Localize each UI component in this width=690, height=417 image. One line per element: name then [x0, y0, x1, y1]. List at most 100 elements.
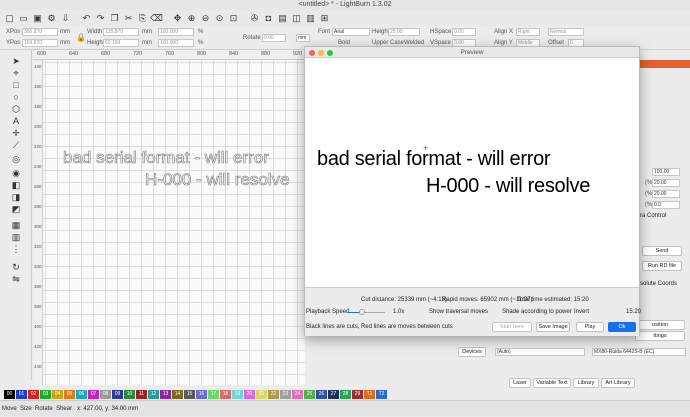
save-image-button[interactable]: Save Image [536, 322, 570, 332]
shade-power-checkbox[interactable]: Shade according to power [502, 309, 572, 315]
palette-swatch[interactable]: 03 [40, 390, 51, 399]
close-icon[interactable] [309, 50, 315, 56]
palette-swatch[interactable]: 09 [112, 390, 123, 399]
ellipse-tool-icon[interactable]: ○ [11, 92, 21, 102]
palette-swatch[interactable]: 16 [196, 390, 207, 399]
value-field-3[interactable]: 20.00 [652, 190, 680, 198]
zoom-page-icon[interactable]: ⊡ [228, 13, 239, 24]
value-field-1[interactable]: 100.00 [652, 168, 680, 176]
palette-swatch[interactable]: 23 [280, 390, 291, 399]
palette-swatch[interactable]: 10 [124, 390, 135, 399]
palette-swatch[interactable]: 14 [172, 390, 183, 399]
rotate-tool-icon[interactable]: ↻ [11, 262, 21, 272]
palette-swatch[interactable]: T2 [376, 390, 387, 399]
palette-swatch[interactable]: 05 [64, 390, 75, 399]
offset-tool-icon[interactable]: ◎ [11, 154, 21, 164]
tab-laser[interactable]: Laser [509, 378, 531, 388]
palette-swatch[interactable]: 22 [268, 390, 279, 399]
canvas-text-line2[interactable]: H-000 - will resolve [145, 170, 290, 190]
invert-checkbox[interactable]: Invert [574, 309, 589, 315]
tab-variable-text[interactable]: Variable Text [533, 378, 571, 388]
palette-swatch[interactable]: 24 [292, 390, 303, 399]
align-icon[interactable]: ▦ [11, 220, 21, 230]
device-select[interactable]: MX80-Ruida 6442S-B (EC) [592, 348, 686, 356]
palette-swatch[interactable]: 20 [244, 390, 255, 399]
text-mode-select[interactable]: Normal [548, 28, 584, 36]
boolean-intersect-icon[interactable]: ◩ [11, 204, 21, 214]
monitor-icon[interactable]: ▥ [305, 13, 316, 24]
palette-swatch[interactable]: 17 [208, 390, 219, 399]
palette-swatch[interactable]: 01 [16, 390, 27, 399]
palette-swatch[interactable]: 19 [232, 390, 243, 399]
array-icon[interactable]: ⋮ [11, 244, 21, 254]
value-field-4[interactable]: 0.0 [652, 201, 680, 209]
height-pct-field[interactable]: 100.000 [158, 39, 194, 47]
coords-select[interactable]: solute Coords [640, 281, 677, 287]
palette-swatch[interactable]: 07 [88, 390, 99, 399]
camera-control-tab[interactable]: ra Control [640, 213, 666, 219]
camera-icon[interactable]: ◘ [263, 13, 274, 24]
undo-icon[interactable]: ↶ [81, 13, 92, 24]
rectangle-tool-icon[interactable]: □ [11, 80, 21, 90]
save-icon[interactable]: ▣ [32, 13, 43, 24]
palette-swatch[interactable]: 12 [148, 390, 159, 399]
palette-swatch[interactable]: 13 [160, 390, 171, 399]
redo-icon[interactable]: ↷ [95, 13, 106, 24]
width-pct-field[interactable]: 100.000 [158, 28, 194, 36]
measure-tool-icon[interactable]: ⟋ [11, 140, 21, 150]
font-select[interactable]: Arial [332, 28, 370, 36]
settings-button[interactable]: ttings [635, 331, 685, 341]
ok-button[interactable]: Ok [608, 322, 636, 332]
value-field-2[interactable]: 20.00 [652, 179, 680, 187]
delete-icon[interactable]: ⌫ [150, 13, 163, 24]
design-canvas[interactable]: bad serial format - will error H-000 - w… [33, 50, 305, 385]
width-field[interactable]: 135.870 [103, 28, 139, 36]
palette-swatch[interactable]: 11 [136, 390, 147, 399]
position-button[interactable]: osition [635, 320, 685, 330]
trace-icon[interactable]: ◫ [291, 13, 302, 24]
palette-swatch[interactable]: T1 [364, 390, 375, 399]
palette-swatch[interactable]: 21 [256, 390, 267, 399]
palette-swatch[interactable]: 25 [304, 390, 315, 399]
new-file-icon[interactable]: ▢ [4, 13, 15, 24]
run-rd-button[interactable]: Run RD file [642, 261, 682, 271]
boolean-union-icon[interactable]: ◧ [11, 180, 21, 190]
port-select[interactable]: (Auto) [495, 348, 585, 356]
palette-swatch[interactable]: 15 [184, 390, 195, 399]
rotate-toggle[interactable]: Rotate [35, 406, 53, 412]
weld-icon[interactable]: ◉ [11, 168, 21, 178]
distribute-icon[interactable]: ▥ [11, 232, 21, 242]
palette-swatch[interactable]: 29 [352, 390, 363, 399]
import-icon[interactable]: ⇩ [60, 13, 71, 24]
minimize-icon[interactable] [318, 50, 324, 56]
preview-icon[interactable]: ▤ [277, 13, 288, 24]
palette-swatch[interactable]: 26 [316, 390, 327, 399]
copy-icon[interactable]: ❐ [109, 13, 120, 24]
position-laser-icon[interactable]: ✛ [11, 128, 21, 138]
zoom-in-icon[interactable]: ⊕ [186, 13, 197, 24]
tools-icon[interactable]: ✇ [249, 13, 260, 24]
speed-slider-handle[interactable] [359, 309, 365, 315]
size-toggle[interactable]: Size [20, 406, 32, 412]
palette-swatch[interactable]: 28 [340, 390, 351, 399]
height-field[interactable]: 60.199 [103, 39, 139, 47]
tab-art-library[interactable]: Art Library [601, 378, 635, 388]
rotate-field[interactable]: 0.00 [262, 34, 286, 42]
boolean-subtract-icon[interactable]: ◨ [11, 192, 21, 202]
hspace-field[interactable]: 0.00 [452, 28, 476, 36]
open-folder-icon[interactable]: ▭ [18, 13, 29, 24]
move-toggle[interactable]: Move [2, 406, 17, 412]
xpos-field[interactable]: 356.870 [22, 28, 58, 36]
devices-button[interactable]: Devices [458, 347, 486, 357]
text-height-field[interactable]: 25.00 [388, 28, 420, 36]
cut-icon[interactable]: ✂ [123, 13, 134, 24]
select-tool-icon[interactable]: ➤ [11, 56, 21, 66]
zoom-out-icon[interactable]: ⊖ [200, 13, 211, 24]
palette-swatch[interactable]: 18 [220, 390, 231, 399]
alignx-select[interactable]: Right [516, 28, 540, 36]
pan-icon[interactable]: ✥ [172, 13, 183, 24]
zoom-fit-icon[interactable]: ⊙ [214, 13, 225, 24]
palette-swatch[interactable]: 06 [76, 390, 87, 399]
units-toggle[interactable]: mm [296, 34, 310, 42]
shear-toggle[interactable]: Shear [56, 406, 72, 412]
